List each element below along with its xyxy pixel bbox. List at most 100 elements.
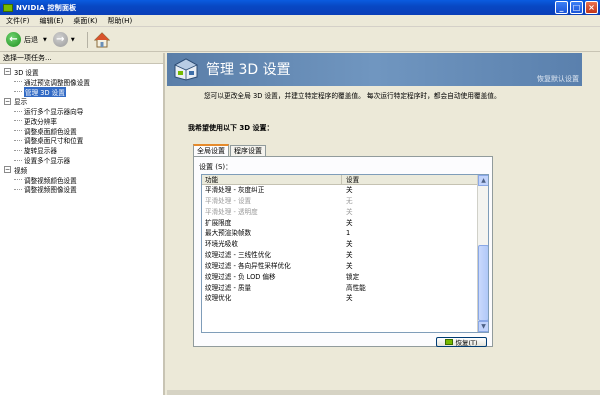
table-row[interactable]: 平滑处理 - 透明度 关 (202, 207, 488, 218)
tree-connector (14, 120, 22, 122)
sidebar-item-image-preview[interactable]: 通过预览调整图像设置 (4, 77, 163, 87)
scroll-up-icon[interactable]: ▲ (478, 175, 488, 186)
feature-cell: 平滑处理 - 透明度 (205, 207, 258, 216)
table-row[interactable]: 纹理过滤 - 质量 高性能 (202, 283, 488, 294)
forward-arrow-icon: → (52, 32, 68, 47)
minimize-button[interactable]: _ (555, 1, 568, 14)
tab-global-settings[interactable]: 全局设置 (193, 144, 229, 156)
table-row[interactable]: 纹理过滤 - 三线性优化 关 (202, 250, 488, 261)
sidebar-item-desktop-size[interactable]: 调整桌面尺寸和位置 (4, 136, 163, 146)
forward-button[interactable]: → ▼ (52, 32, 81, 47)
menu-desktop[interactable]: 桌面(K) (73, 16, 97, 26)
sidebar-item-label: 设置多个显示器 (24, 157, 71, 166)
table-row[interactable]: 纹理过滤 - 各向异性采样优化 关 (202, 261, 488, 272)
feature-cell: 平滑处理 - 设置 (205, 196, 252, 205)
collapse-icon[interactable]: − (4, 68, 11, 76)
maximize-button[interactable]: □ (570, 1, 583, 14)
back-label: 后退 (24, 35, 38, 44)
setting-value-cell[interactable]: 关 (342, 261, 353, 272)
vertical-scrollbar[interactable]: ▲ ▼ (477, 175, 488, 332)
main-content: 管理 3D 设置 恢复默认设置 您可以更改全局 3D 设置，并建立特定程序的覆盖… (167, 53, 600, 395)
setting-value-cell[interactable]: 关 (342, 218, 353, 229)
sidebar-item-multiple-displays[interactable]: 设置多个显示器 (4, 155, 163, 165)
tree-connector (14, 159, 22, 161)
table-row[interactable]: 扩展限度 关 (202, 218, 488, 229)
page-banner: 管理 3D 设置 恢复默认设置 (167, 53, 582, 86)
feature-cell: 纹理过滤 - 三线性优化 (205, 251, 271, 260)
setting-value-cell[interactable]: 关 (342, 250, 353, 261)
restore-defaults-link[interactable]: 恢复默认设置 (537, 74, 579, 84)
nvidia-logo-icon (3, 3, 13, 12)
sidebar-item-multi-display-wizard[interactable]: 运行多个显示器向导 (4, 106, 163, 116)
setting-value-cell[interactable]: 锁定 (342, 272, 359, 283)
table-row[interactable]: 平滑处理 - 设置 无 (202, 196, 488, 207)
table-row[interactable]: 最大预渲染帧数 1 (202, 228, 488, 239)
settings-label: 设置 (S)： (199, 163, 233, 171)
table-row[interactable]: 纹理优化 关 (202, 293, 488, 304)
scroll-thumb[interactable] (478, 245, 488, 321)
setting-value-cell[interactable]: 1 (342, 228, 350, 239)
scroll-down-icon[interactable]: ▼ (478, 321, 488, 332)
setting-value-cell[interactable]: 无 (342, 196, 353, 207)
sidebar-item-video-image[interactable]: 调整视频图像设置 (4, 185, 163, 195)
sidebar-item-label: 调整视频图像设置 (24, 186, 77, 195)
menu-help[interactable]: 帮助(H) (107, 16, 132, 26)
sidebar-header: 选择一项任务... (0, 53, 163, 64)
sidebar-item-rotate-display[interactable]: 旋转显示器 (4, 145, 163, 155)
column-header-feature[interactable]: 功能 (202, 175, 342, 184)
forward-dropdown-icon[interactable]: ▼ (71, 37, 75, 43)
tree-connector (14, 130, 22, 132)
sidebar-item-label: 管理 3D 设置 (24, 86, 66, 97)
tree-group-label: 视频 (14, 166, 28, 175)
column-header-setting[interactable]: 设置 (342, 175, 359, 184)
tree-connector (14, 149, 22, 151)
tree-group-label: 3D 设置 (14, 68, 39, 77)
table-row[interactable]: 平滑处理 - 灰度纠正 关 (202, 185, 488, 196)
toolbar-separator (86, 31, 88, 48)
sidebar-item-label: 运行多个显示器向导 (24, 108, 84, 117)
grid-rows: 平滑处理 - 灰度纠正关平滑处理 - 设置无平滑处理 - 透明度关扩展限度关最大… (202, 185, 488, 304)
page-description: 您可以更改全局 3D 设置，并建立特定程序的覆盖值。 每次运行特定程序时，都会自… (204, 92, 501, 100)
tab-program-settings[interactable]: 程序设置 (230, 145, 266, 156)
collapse-icon[interactable]: − (4, 97, 11, 105)
menu-bar: 文件(F) 编辑(E) 桌面(K) 帮助(H) (0, 15, 600, 27)
sidebar-item-video-color[interactable]: 调整视频颜色设置 (4, 175, 163, 185)
sidebar-item-label: 调整桌面尺寸和位置 (24, 137, 84, 146)
tree-group-display[interactable]: − 显示 (4, 96, 163, 106)
feature-cell: 扩展限度 (205, 218, 232, 227)
collapse-icon[interactable]: − (4, 166, 11, 174)
back-dropdown-icon[interactable]: ▼ (43, 37, 47, 43)
sidebar-item-resolution[interactable]: 更改分辨率 (4, 116, 163, 126)
setting-value-cell[interactable]: 关 (342, 293, 353, 304)
settings-grid[interactable]: 功能 设置 平滑处理 - 灰度纠正关平滑处理 - 设置无平滑处理 - 透明度关扩… (201, 174, 489, 333)
menu-file[interactable]: 文件(F) (6, 16, 30, 26)
sidebar-item-manage-3d[interactable]: 管理 3D 设置 (4, 86, 163, 97)
back-arrow-icon: ← (6, 32, 21, 47)
tree-connector (14, 110, 22, 112)
restore-button-label: 恢复(T) (455, 339, 478, 347)
toolbar: ← 后退 ▼ → ▼ (0, 28, 600, 52)
title-bar[interactable]: NVIDIA 控制面板 _ □ × (0, 0, 600, 15)
restore-button[interactable]: 恢复(T) (436, 337, 487, 347)
setting-value-cell[interactable]: 关 (342, 207, 353, 218)
window-title: NVIDIA 控制面板 (16, 3, 77, 12)
table-row[interactable]: 纹理过滤 - 负 LOD 偏移 锁定 (202, 272, 488, 283)
close-button[interactable]: × (585, 1, 598, 14)
nvidia-restore-icon (445, 339, 454, 345)
3d-settings-icon (173, 57, 199, 83)
tree-group-video[interactable]: − 视频 (4, 165, 163, 175)
table-row[interactable]: 环境光吸收 关 (202, 239, 488, 250)
section-title: 我希望使用以下 3D 设置： (188, 124, 274, 132)
feature-cell: 纹理过滤 - 质量 (205, 283, 252, 292)
home-icon[interactable] (93, 31, 110, 48)
setting-value-cell[interactable]: 高性能 (342, 283, 366, 294)
grid-header: 功能 设置 (202, 175, 488, 185)
tree-connector (14, 90, 22, 92)
menu-edit[interactable]: 编辑(E) (40, 16, 64, 26)
sidebar-item-desktop-color[interactable]: 调整桌面颜色设置 (4, 126, 163, 136)
tree-group-3d[interactable]: − 3D 设置 (4, 67, 163, 77)
setting-value-cell[interactable]: 关 (342, 239, 353, 250)
back-button[interactable]: ← 后退 ▼ (6, 32, 53, 47)
setting-value-cell[interactable]: 关 (342, 185, 353, 196)
tree-connector (14, 188, 22, 190)
